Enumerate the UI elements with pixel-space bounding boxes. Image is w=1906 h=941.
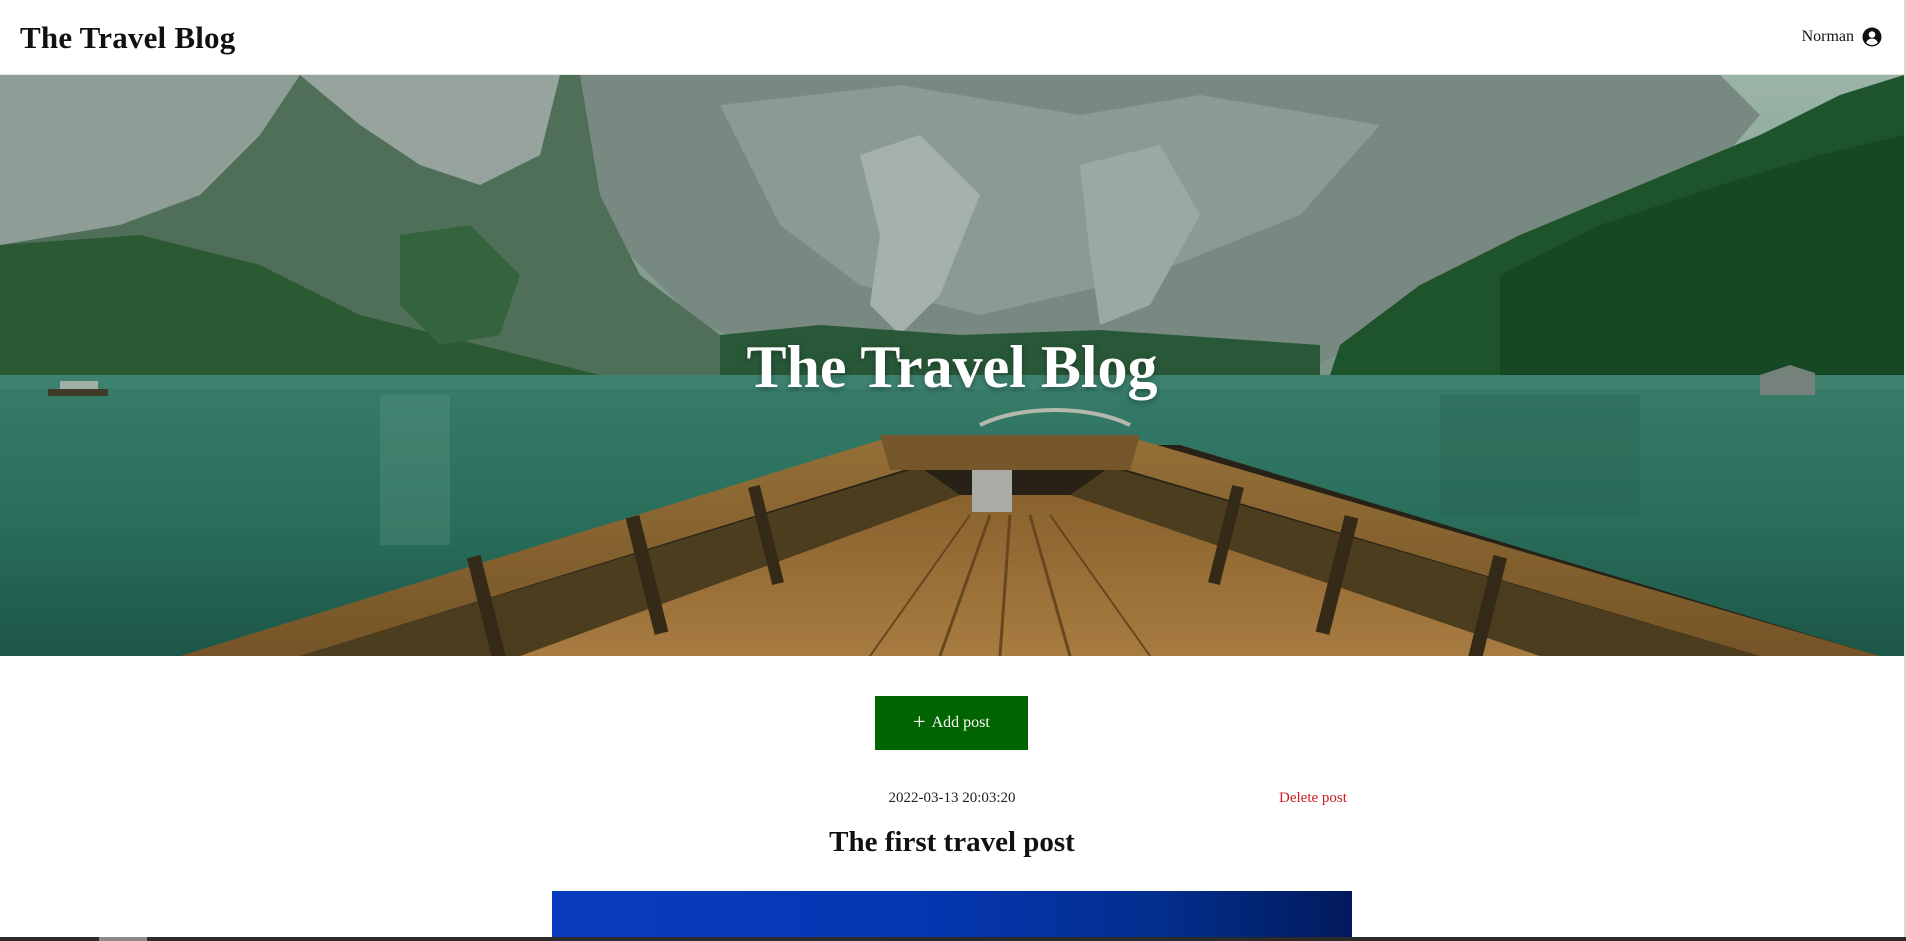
horizontal-scrollbar[interactable] bbox=[0, 937, 1906, 941]
user-name: Norman bbox=[1801, 28, 1854, 45]
user-circle-icon[interactable] bbox=[1862, 27, 1882, 47]
horizontal-scrollbar-thumb[interactable] bbox=[99, 937, 147, 941]
plus-icon: + bbox=[913, 709, 926, 734]
hero-title: The Travel Blog bbox=[746, 334, 1158, 400]
delete-post-link[interactable]: Delete post bbox=[1279, 790, 1347, 807]
user-menu[interactable]: Norman bbox=[1802, 27, 1882, 47]
top-navbar: The Travel Blog Norman bbox=[0, 0, 1904, 75]
page: The Travel Blog Norman The Travel Blog +… bbox=[0, 0, 1906, 941]
hero-banner: The Travel Blog bbox=[0, 75, 1904, 656]
site-brand[interactable]: The Travel Blog bbox=[20, 20, 235, 56]
post-title[interactable]: The first travel post bbox=[0, 826, 1904, 859]
add-post-button[interactable]: + Add post bbox=[875, 696, 1028, 750]
add-post-label: Add post bbox=[931, 714, 990, 731]
post-timestamp: 2022-03-13 20:03:20 bbox=[888, 790, 1016, 806]
post-image bbox=[552, 891, 1352, 941]
